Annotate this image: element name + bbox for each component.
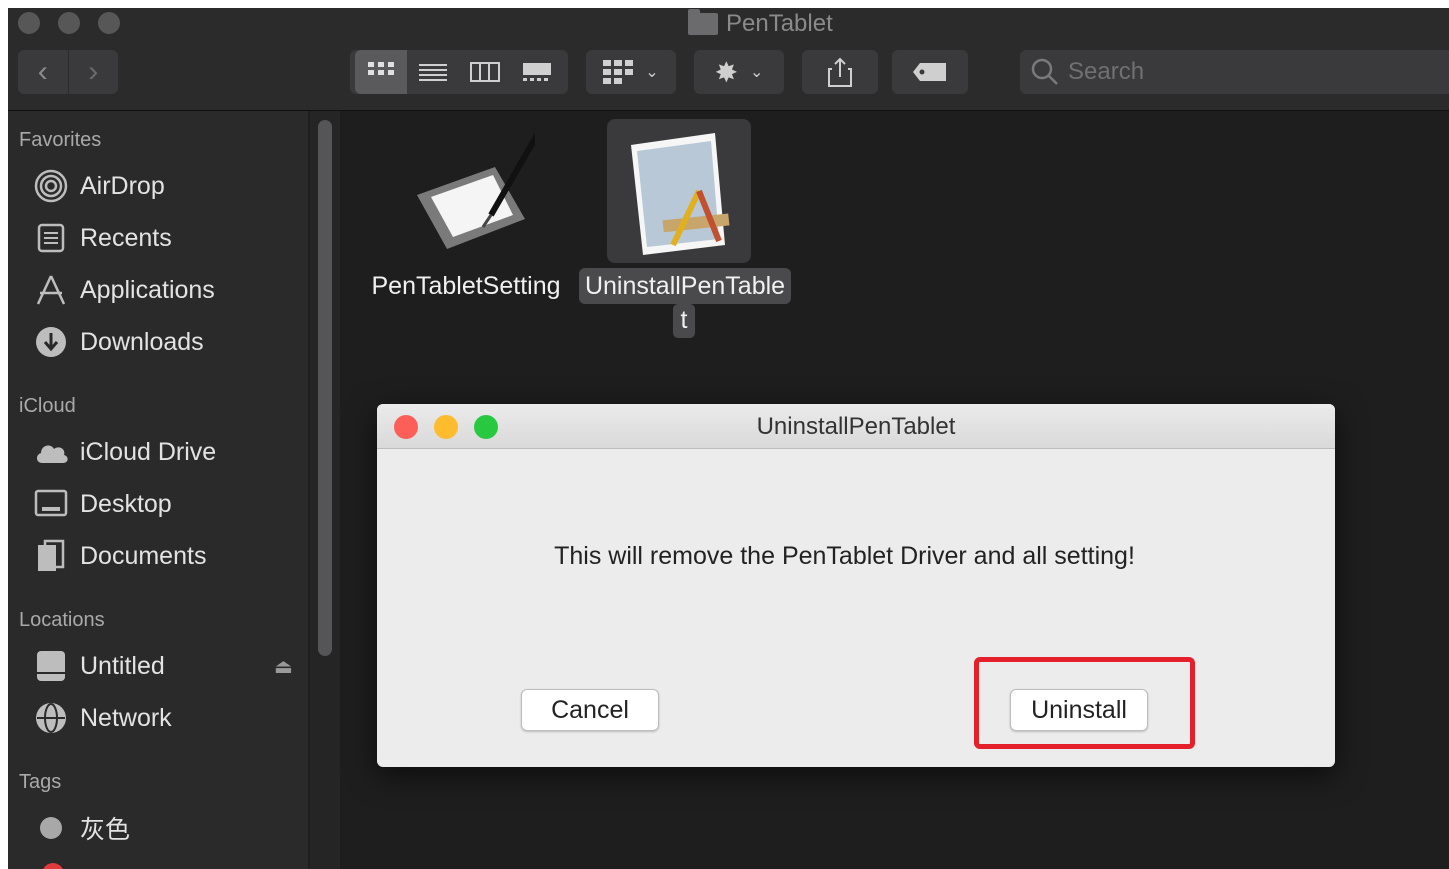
gallery-icon: [523, 63, 551, 81]
sidebar-item-desktop[interactable]: Desktop: [34, 484, 172, 524]
folder-icon: [688, 9, 718, 35]
view-mode-control: [350, 50, 568, 94]
sidebar-item-label: AirDrop: [80, 171, 165, 200]
pen-tablet-icon: [417, 133, 540, 249]
desktop-icon: [34, 487, 68, 521]
sidebar-item-untitled[interactable]: Untitled: [34, 646, 165, 686]
sidebar-item-network[interactable]: Network: [34, 698, 172, 738]
action-menu-button[interactable]: ✸ ⌄: [694, 50, 784, 94]
sidebar-section-locations: Locations: [19, 609, 105, 631]
sidebar-item-label: Downloads: [80, 327, 204, 356]
list-view-button[interactable]: [407, 50, 459, 94]
search-icon: [1031, 58, 1058, 85]
airdrop-icon: [34, 169, 68, 203]
cloud-icon: [34, 435, 68, 469]
downloads-icon: [34, 325, 68, 359]
share-button[interactable]: [802, 50, 878, 94]
sidebar-item-label: 灰色: [80, 816, 131, 844]
sidebar-item-applications[interactable]: Applications: [34, 270, 215, 310]
sidebar-item-tag-gray[interactable]: 灰色: [34, 808, 130, 848]
icon-grid-icon: [368, 62, 394, 75]
back-forward-control: ‹ ›: [18, 50, 118, 94]
tag-dot-icon: [34, 811, 68, 845]
uninstall-highlight-box: [974, 657, 1195, 749]
sidebar-item-documents[interactable]: Documents: [34, 536, 206, 576]
sidebar-item-label: iCloud Drive: [80, 437, 217, 466]
tags-button[interactable]: [892, 50, 968, 94]
window-toolbar: PenTablet ‹ › ⌄ ✸ ⌄ Search: [8, 8, 1449, 111]
file-label-uninstallpentablet-line2: t: [680, 306, 688, 334]
dialog-message: This will remove the PenTablet Driver an…: [554, 542, 1135, 570]
applications-icon: [34, 273, 68, 307]
sidebar: Favorites AirDrop Recents Applications D…: [8, 111, 308, 869]
tag-icon: [913, 63, 946, 81]
gear-icon: ✸: [714, 56, 739, 88]
forward-button[interactable]: ›: [67, 50, 119, 94]
tag-dot-icon: [42, 863, 64, 869]
gallery-view-button[interactable]: [511, 50, 563, 94]
column-view-button[interactable]: [459, 50, 511, 94]
uninstaller-icon: [631, 133, 730, 255]
back-button[interactable]: ‹: [18, 50, 68, 94]
file-label-pentabletsetting: PenTabletSetting: [371, 272, 561, 300]
sidebar-section-icloud: iCloud: [19, 395, 76, 417]
close-window-button[interactable]: [18, 12, 40, 34]
eject-icon[interactable]: ⏏: [274, 654, 293, 679]
window-title: PenTablet: [688, 9, 833, 38]
list-icon: [419, 64, 447, 81]
search-placeholder: Search: [1068, 58, 1145, 85]
cancel-button[interactable]: Cancel: [521, 689, 659, 731]
chevron-down-icon: ⌄: [750, 64, 764, 81]
sidebar-item-label: Untitled: [80, 651, 165, 680]
file-label-uninstallpentablet-line1: UninstallPenTable: [584, 272, 786, 300]
sidebar-item-label: Documents: [80, 541, 207, 570]
window-title-text: PenTablet: [726, 10, 833, 37]
icon-view-button[interactable]: [355, 50, 407, 94]
share-icon: [828, 57, 852, 87]
dialog-titlebar: UninstallPenTablet: [377, 404, 1335, 449]
disk-icon: [34, 649, 68, 683]
sidebar-item-recents[interactable]: Recents: [34, 218, 172, 258]
columns-icon: [470, 62, 500, 82]
documents-icon: [34, 539, 68, 573]
chevron-down-icon: ⌄: [645, 64, 659, 81]
sidebar-item-label: Applications: [80, 275, 215, 304]
search-field[interactable]: Search: [1020, 50, 1449, 94]
sidebar-item-downloads[interactable]: Downloads: [34, 322, 204, 362]
sidebar-item-airdrop[interactable]: AirDrop: [34, 166, 165, 206]
sidebar-item-label: Network: [80, 703, 172, 732]
sidebar-item-label: Desktop: [80, 489, 172, 518]
sidebar-section-favorites: Favorites: [19, 129, 102, 151]
group-by-button[interactable]: ⌄: [586, 50, 676, 94]
recents-icon: [34, 221, 68, 255]
group-grid-icon: [603, 60, 634, 84]
sidebar-scrollbar[interactable]: [318, 120, 332, 656]
zoom-window-button[interactable]: [98, 12, 120, 34]
minimize-window-button[interactable]: [58, 12, 80, 34]
file-item-uninstallpentablet[interactable]: [607, 119, 751, 263]
sidebar-item-label: Recents: [80, 223, 172, 252]
network-icon: [34, 701, 68, 735]
dialog-title: UninstallPenTablet: [756, 413, 956, 440]
file-item-pentabletsetting[interactable]: [395, 131, 540, 271]
sidebar-item-icloud-drive[interactable]: iCloud Drive: [34, 432, 216, 472]
sidebar-section-tags: Tags: [19, 771, 62, 793]
